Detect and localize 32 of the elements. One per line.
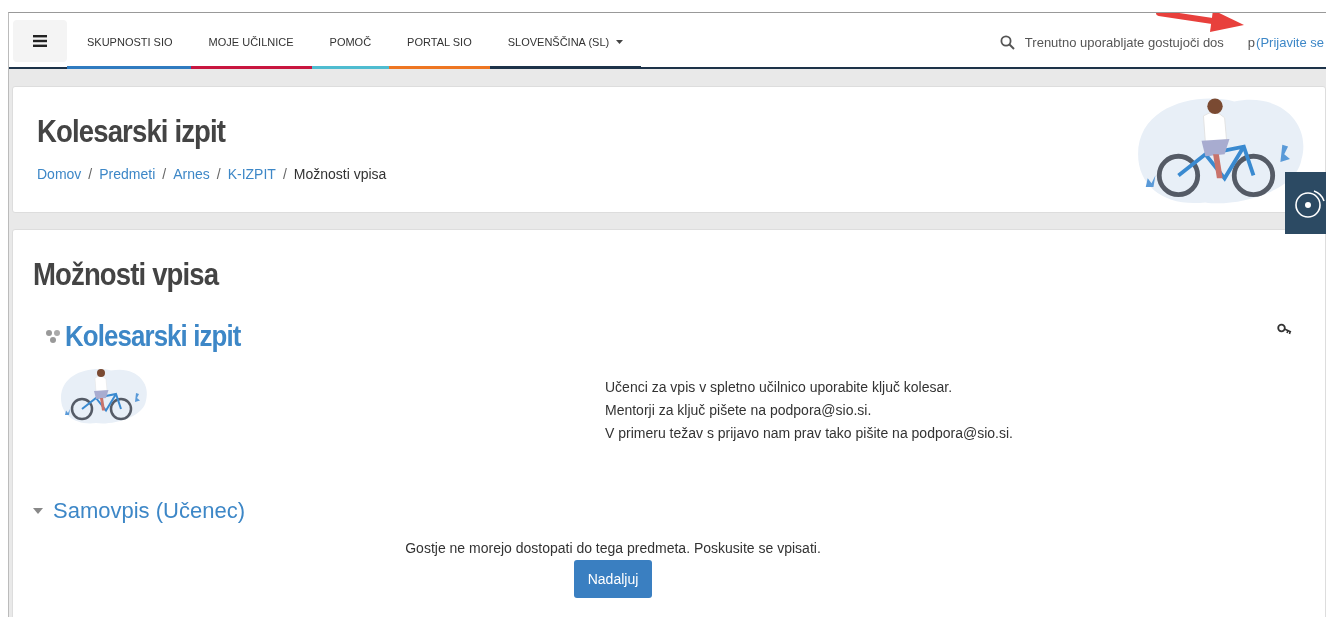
course-icon: [45, 328, 61, 344]
guest-access-text: Trenutno uporabljate gostujoči dos: [1024, 35, 1224, 50]
breadcrumb-current: Možnosti vpisa: [293, 166, 387, 182]
accessibility-button[interactable]: [1285, 172, 1326, 234]
continue-button[interactable]: Nadaljuj: [573, 560, 653, 598]
guest-message: Gostje ne morejo dostopati do tega predmeta. Poskusite se vpisati.: [405, 540, 821, 556]
key-icon: [1277, 323, 1293, 335]
course-summary-text: V primeru težav s prijavo nam prav tako pišite na podpora@sio.si.: [605, 425, 1014, 441]
breadcrumb-separator: /: [282, 166, 287, 182]
breadcrumb-separator: /: [216, 166, 221, 182]
course-summary-text: Učenci za vpis v spletno učilnico uporabite ključ kolesar.: [605, 379, 954, 395]
search-icon[interactable]: [999, 35, 1015, 50]
guest-access-text: p: [1247, 35, 1256, 50]
section-title: Samovpis (Učenec): [53, 498, 245, 524]
nav-link[interactable]: PORTAL SIO: [389, 18, 490, 69]
course-title: Kolesarski izpit: [37, 113, 227, 150]
course-summary-text: Mentorji za ključ pišete na podpora@sio.si.: [605, 402, 873, 418]
nav-link[interactable]: SKUPNOSTI SIO: [67, 18, 191, 69]
breadcrumb-link[interactable]: K-IZPIT: [227, 166, 276, 182]
section-toggle[interactable]: Samovpis (Učenec): [33, 498, 1305, 524]
login-link[interactable]: (Prijavite se: [1256, 35, 1324, 50]
course-link[interactable]: Kolesarski izpit: [65, 319, 241, 353]
breadcrumb-link[interactable]: Domov: [37, 166, 82, 182]
breadcrumb-link[interactable]: Predmeti: [99, 166, 156, 182]
breadcrumb-link[interactable]: Arnes: [173, 166, 210, 182]
page-title: Možnosti vpisa: [33, 256, 220, 293]
nav-link[interactable]: MOJE UČILNICE: [190, 18, 312, 69]
breadcrumb-separator: /: [88, 166, 93, 182]
breadcrumb-separator: /: [162, 166, 167, 182]
menu-icon[interactable]: [13, 20, 67, 62]
nav-link[interactable]: POMOČ: [311, 18, 390, 69]
nav-link[interactable]: SLOVENŠČINA (SL): [489, 18, 642, 69]
